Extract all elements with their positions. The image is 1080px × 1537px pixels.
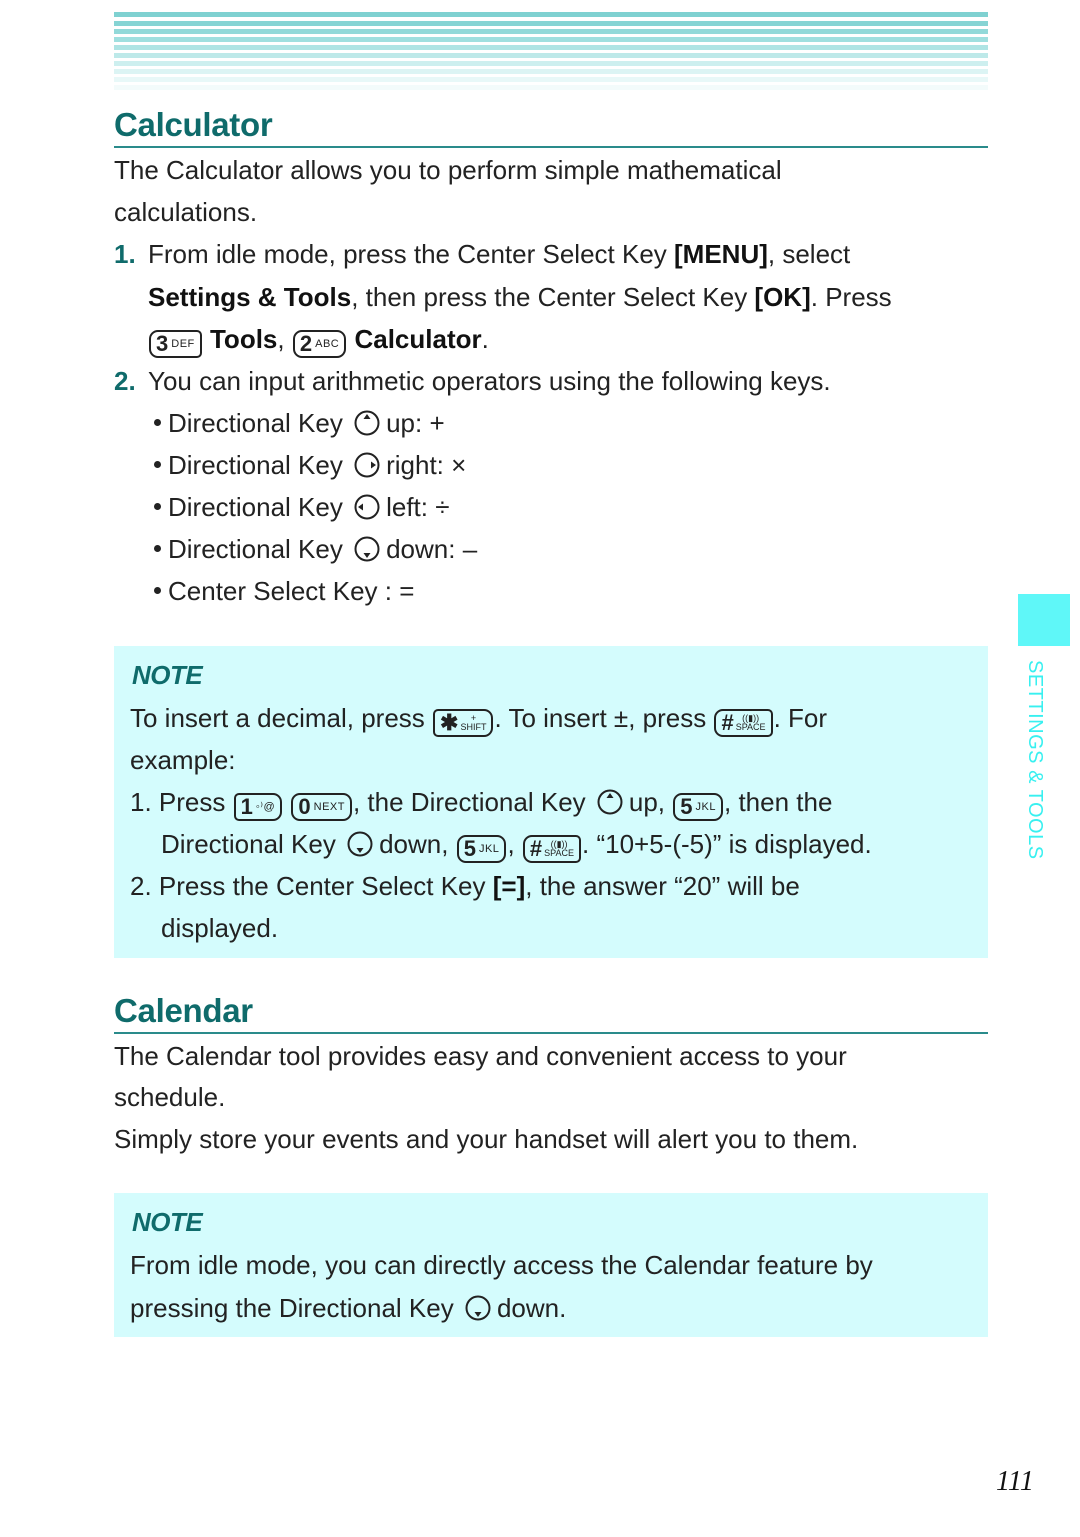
- ok-key-label: [OK]: [754, 282, 811, 312]
- equals-key-label: [=]: [492, 871, 526, 901]
- bullet-text: left: ÷: [386, 492, 450, 522]
- step-text: , then press the Center Select Key: [351, 282, 755, 312]
- key-5-jkl-icon: 5 JKL: [456, 835, 507, 863]
- note-text: down.: [496, 1293, 567, 1323]
- calculator-intro-line1: The Calculator allows you to perform sim…: [114, 155, 782, 185]
- calendar-intro-line2: schedule.: [114, 1082, 226, 1112]
- section-title-calculator: Calculator: [114, 106, 988, 148]
- note-line-2: pressing the Directional Key down.: [130, 1287, 566, 1329]
- bullet-text: up: +: [386, 408, 445, 438]
- step-number: 1.: [114, 239, 136, 269]
- key-hash-space-icon: # ((▮)) SPACE: [714, 709, 773, 737]
- bullet-dot: [154, 545, 161, 552]
- calculator-intro-line2: calculations.: [114, 197, 258, 227]
- note-text: , the Directional Key: [352, 787, 586, 817]
- directional-left-icon: [354, 494, 380, 520]
- note-text: , then the: [724, 787, 833, 817]
- bullet-down: Directional Key down: –: [154, 528, 477, 570]
- directional-down-icon: [354, 536, 380, 562]
- note-text: Directional Key: [161, 829, 336, 859]
- key-3-def-icon: 3 DEF: [149, 330, 202, 358]
- calendar-note-box: NOTE From idle mode, you can directly ac…: [114, 1193, 988, 1337]
- key-1-icon: 1 ◦⁾@: [233, 793, 283, 821]
- note-text: . To insert ±, press: [494, 703, 707, 733]
- bullet-label: Directional Key: [168, 492, 343, 522]
- note-text: . “10+5-(-5)” is displayed.: [582, 829, 872, 859]
- note-text: pressing the Directional Key: [130, 1293, 454, 1323]
- note-text: Press the Center Select Key: [158, 871, 493, 901]
- bullet-label: Directional Key: [168, 450, 343, 480]
- header-stripes: [114, 12, 988, 92]
- key-5-jkl-icon: 5 JKL: [673, 793, 723, 821]
- bullet-dot: [154, 587, 161, 594]
- calendar-para-2: Simply store your events and your handse…: [114, 1124, 859, 1154]
- note-title: NOTE: [132, 1207, 203, 1237]
- bullet-dot: [154, 419, 161, 426]
- settings-tools-label: Settings & Tools: [148, 282, 352, 312]
- tools-label: Tools: [209, 324, 278, 354]
- calendar-intro-line1: The Calendar tool provides easy and conv…: [114, 1041, 847, 1071]
- calculator-note-box: NOTE To insert a decimal, press ✱ + SHIFT.…: [114, 646, 988, 958]
- directional-down-icon: [347, 831, 373, 857]
- note-text: ,: [507, 829, 515, 859]
- step-text: , select: [767, 239, 851, 269]
- bullet-up: Directional Key up: +: [154, 402, 445, 444]
- step-1: 1. From idle mode, press the Center Selec…: [114, 233, 850, 275]
- note-item-number: 1.: [130, 787, 152, 817]
- menu-key-label: [MENU]: [674, 239, 768, 269]
- bullet-right: Directional Key right: ×: [154, 444, 466, 486]
- calculator-label: Calculator: [354, 324, 482, 354]
- bullet-label: Directional Key: [168, 408, 343, 438]
- note-title: NOTE: [132, 660, 203, 690]
- comma: ,: [277, 324, 285, 354]
- step-number: 2.: [114, 366, 136, 396]
- note-line-2: example:: [130, 745, 236, 775]
- key-star-shift-icon: ✱ + SHIFT: [433, 709, 494, 737]
- bullet-dot: [154, 461, 161, 468]
- section-title-calendar: Calendar: [114, 992, 988, 1034]
- bullet-text: right: ×: [386, 450, 467, 480]
- note-line-1: To insert a decimal, press ✱ + SHIFT. To i…: [130, 697, 827, 739]
- directional-right-icon: [354, 452, 380, 478]
- note-item-1-cont: Directional Key down, 5 JKL, # ((▮)) SPACE.…: [161, 823, 872, 865]
- note-text: Press: [158, 787, 226, 817]
- note-text: down,: [379, 829, 449, 859]
- key-0-next-icon: 0 NEXT: [291, 793, 352, 821]
- bullet-label: Directional Key: [168, 534, 343, 564]
- directional-down-icon: [465, 1295, 491, 1321]
- step-text: From idle mode, press the Center Select …: [148, 239, 675, 269]
- note-text: To insert a decimal, press: [130, 703, 425, 733]
- note-text: . For: [773, 703, 828, 733]
- bullet-left: Directional Key left: ÷: [154, 486, 450, 528]
- key-hash-space-icon: # ((▮)) SPACE: [522, 835, 581, 863]
- key-2-abc-icon: 2 ABC: [292, 330, 347, 358]
- step-text: You can input arithmetic operators using…: [148, 366, 831, 396]
- page-number: 111: [996, 1466, 1034, 1497]
- directional-up-icon: [597, 789, 623, 815]
- bullet-text: down: –: [386, 534, 478, 564]
- step-1-line2: Settings & Tools, then press the Center …: [148, 276, 892, 318]
- note-text: , the answer “20” will be: [525, 871, 800, 901]
- bullet-dot: [154, 503, 161, 510]
- step-2: 2. You can input arithmetic operators usi…: [114, 360, 831, 402]
- step-1-line3: 3 DEF Tools, 2 ABC Calculator.: [148, 318, 489, 360]
- bullet-center: Center Select Key : =: [154, 570, 414, 612]
- side-tab-label: SETTINGS & TOOLS: [1024, 660, 1046, 860]
- directional-up-icon: [354, 410, 380, 436]
- note-text: up,: [628, 787, 666, 817]
- note-item-number: 2.: [130, 871, 152, 901]
- note-item-1: 1. Press 1 ◦⁾@ 0 NEXT, the Directional Key…: [130, 781, 832, 823]
- period: .: [481, 324, 489, 354]
- note-line-1: From idle mode, you can directly access …: [130, 1250, 873, 1280]
- side-tab-marker: [1018, 594, 1070, 646]
- bullet-label: Center Select Key : =: [168, 576, 415, 606]
- note-item-2: 2. Press the Center Select Key [=], the …: [130, 865, 800, 907]
- note-item-2-cont: displayed.: [161, 913, 279, 943]
- step-text: . Press: [810, 282, 892, 312]
